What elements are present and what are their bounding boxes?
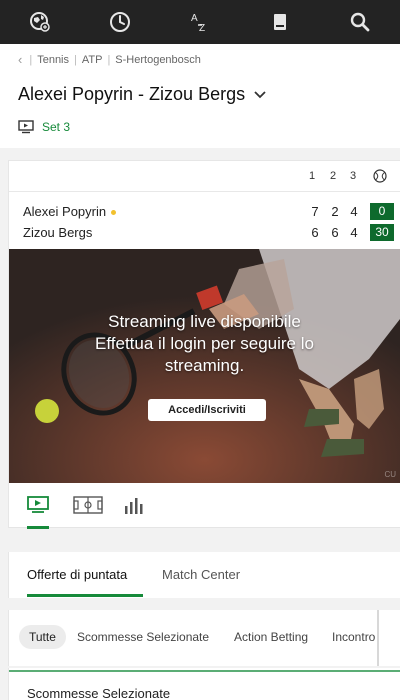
set-score: 4 <box>350 225 358 240</box>
filter-chip-match[interactable]: Incontro <box>332 625 375 649</box>
set-score: 4 <box>350 204 358 219</box>
stream-message: Streaming live disponibile Effettua il l… <box>9 311 400 377</box>
tab-statistics[interactable] <box>119 491 149 519</box>
filter-chip-selected[interactable]: Scommesse Selezionate <box>77 625 209 649</box>
offer-tabs: Offerte di puntata Match Center <box>8 552 400 598</box>
set-1-header: 1 <box>309 170 316 182</box>
tv-icon <box>27 496 49 513</box>
stream-message-line: Streaming live disponibile <box>108 312 301 331</box>
breadcrumb-item-sport[interactable]: Tennis <box>37 54 69 66</box>
breadcrumb: ‹ | Tennis | ATP | S-Hertogenbosch <box>18 52 201 67</box>
filter-chip-action-betting[interactable]: Action Betting <box>234 625 308 649</box>
match-title: Alexei Popyrin - Zizou Bergs <box>18 84 246 104</box>
serving-indicator-icon <box>111 210 117 216</box>
tv-icon <box>18 120 34 134</box>
chevron-down-icon <box>254 90 266 98</box>
set-3-header: 3 <box>350 170 357 182</box>
match-selector[interactable]: Alexei Popyrin - Zizou Bergs <box>18 84 267 105</box>
breadcrumb-separator: | <box>74 53 77 66</box>
active-tab-underline <box>27 594 143 597</box>
player-name: Alexei Popyrin <box>23 204 117 219</box>
stream-watermark: CU <box>384 470 396 479</box>
filter-chip-all[interactable]: Tutte <box>19 625 66 649</box>
scroll-divider <box>377 610 379 666</box>
betslip-icon <box>274 14 286 30</box>
player-row-away: Zizou Bergs 6 6 4 30 <box>23 223 394 243</box>
tab-match-center[interactable]: Match Center <box>162 567 240 582</box>
back-chevron-icon[interactable]: ‹ <box>18 52 22 67</box>
scoreboard-header: 1 2 3 <box>9 161 400 192</box>
scoreboard-card: 1 2 3 Alexei Popyrin 7 2 4 0 Zizou Bergs… <box>8 160 400 529</box>
tab-betting-offers[interactable]: Offerte di puntata <box>27 567 127 582</box>
clock-icon <box>110 12 130 32</box>
market-filter-bar: Tutte Scommesse Selezionate Action Betti… <box>8 610 400 666</box>
match-header: ‹ | Tennis | ATP | S-Hertogenbosch Alexe… <box>0 44 400 148</box>
live-clock-button[interactable] <box>100 2 140 42</box>
section-divider <box>9 670 400 672</box>
media-tabs <box>9 483 400 529</box>
sports-globe-button[interactable] <box>20 2 60 42</box>
live-stream-panel: Streaming live disponibile Effettua il l… <box>9 249 400 483</box>
section-title: Scommesse Selezionate <box>27 686 171 700</box>
player-name: Zizou Bergs <box>23 225 93 240</box>
set-label: Set 3 <box>42 120 71 134</box>
betslip-button[interactable] <box>260 2 300 42</box>
breadcrumb-separator: | <box>29 53 33 66</box>
stats-icon <box>125 498 143 514</box>
a-z-top-letter: A <box>191 13 198 24</box>
player-name-text: Alexei Popyrin <box>23 204 107 219</box>
breadcrumb-item-tournament[interactable]: S-Hertogenbosch <box>115 54 201 66</box>
soccer-globe-icon <box>30 12 50 32</box>
set-score: 2 <box>331 204 339 219</box>
set-score: 6 <box>331 225 339 240</box>
set-2-header: 2 <box>330 170 337 182</box>
game-points: 30 <box>370 224 394 241</box>
login-signup-button[interactable]: Accedi/Iscriviti <box>148 399 266 421</box>
selected-bets-section: Scommesse Selezionate <box>8 668 400 700</box>
set-indicator: Set 3 <box>18 120 70 134</box>
a-z-button[interactable]: A Z <box>180 2 220 42</box>
game-points: 0 <box>370 203 394 220</box>
breadcrumb-separator: | <box>107 53 111 66</box>
tennis-ball-icon <box>373 169 387 183</box>
set-score: 6 <box>311 225 319 240</box>
field-icon <box>73 496 103 514</box>
set-score: 7 <box>311 204 319 219</box>
tab-live-stream[interactable] <box>23 491 53 529</box>
top-navigation-bar: A Z <box>0 0 400 44</box>
search-button[interactable] <box>340 2 380 42</box>
a-z-sort-icon: A Z <box>191 13 205 33</box>
search-icon <box>350 12 370 32</box>
tab-match-field[interactable] <box>70 491 106 519</box>
stream-message-line: streaming. <box>164 356 245 375</box>
player-row-home: Alexei Popyrin 7 2 4 0 <box>23 202 394 222</box>
breadcrumb-item-category[interactable]: ATP <box>82 54 103 66</box>
stream-message-line: Effettua il login per seguire lo <box>95 334 314 353</box>
